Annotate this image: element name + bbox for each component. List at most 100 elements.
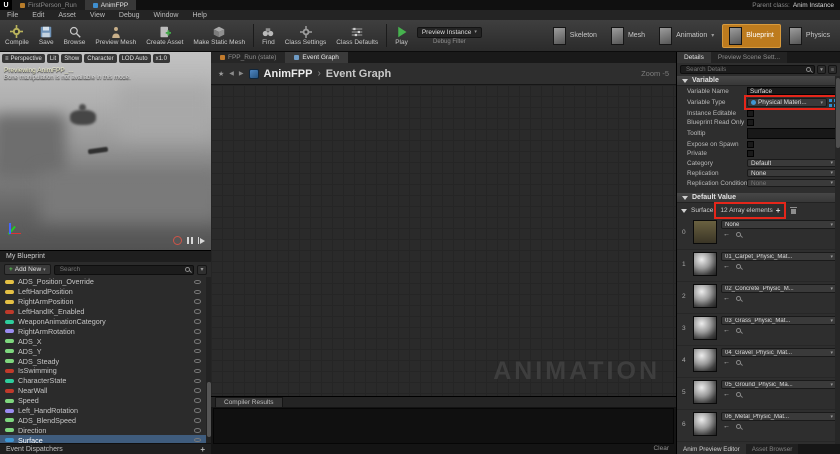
eye-icon[interactable] [194,280,201,285]
tab-event-graph[interactable]: Event Graph [285,52,348,63]
eye-icon[interactable] [194,408,201,413]
eye-icon[interactable] [194,398,201,403]
material-thumbnail[interactable] [693,412,717,436]
blueprint-search-input[interactable] [58,265,185,274]
variable-name-input[interactable] [747,87,837,95]
lit-button[interactable]: Lit [47,54,59,63]
compile-button[interactable]: Compile [0,20,34,51]
browse-button[interactable]: Browse [59,20,91,51]
use-selected-icon[interactable]: ← [723,295,730,302]
material-dropdown[interactable]: 05_Ground_Physic_Ma...▾ [721,380,837,389]
variable-row[interactable]: ADS_Y [0,346,211,356]
clear-button[interactable]: Clear [653,445,669,452]
eye-icon[interactable] [194,299,201,304]
browse-to-asset-icon[interactable] [736,392,741,397]
menu-view[interactable]: View [83,10,112,20]
make-static-mesh-button[interactable]: Make Static Mesh [188,20,250,51]
mode-blueprint-button[interactable]: Blueprint [722,24,781,48]
variable-row[interactable]: ADS_X [0,336,211,346]
scrollbar-thumb[interactable] [836,78,840,148]
filter-icon[interactable]: ▾ [197,265,207,275]
replication-dropdown[interactable]: None▾ [747,169,837,178]
tab-preview-scene-settings[interactable]: Preview Scene Sett... [711,52,787,63]
preview-mesh-button[interactable]: Preview Mesh [90,20,141,51]
variable-row[interactable]: RightArmPosition [0,297,211,307]
variable-row[interactable]: LeftHandIK_Enabled [0,307,211,317]
category-dropdown[interactable]: Default▾ [747,159,837,168]
back-icon[interactable]: ◀ [229,70,234,77]
display-filter-icon[interactable]: ▾ [817,65,826,74]
menu-file[interactable]: File [0,10,25,20]
variable-row[interactable]: Direction [0,425,211,435]
blueprint-search-box[interactable] [54,265,194,275]
tab-fpp-run-state[interactable]: FPP_Run (state) [211,52,285,63]
material-dropdown[interactable]: 02_Concrete_Physic_M...▾ [721,284,837,293]
class-defaults-button[interactable]: Class Defaults [331,20,383,51]
browse-to-asset-icon[interactable] [736,232,741,237]
use-selected-icon[interactable]: ← [723,327,730,334]
material-thumbnail[interactable] [693,220,717,244]
tooltip-input[interactable] [747,128,837,139]
menu-window[interactable]: Window [147,10,186,20]
variable-row-selected[interactable]: Surface [0,435,211,443]
tab-details[interactable]: Details [677,52,711,63]
menu-help[interactable]: Help [185,10,213,20]
compiler-results-tab[interactable]: Compiler Results [215,397,283,407]
mode-skeleton-button[interactable]: Skeleton [547,25,603,47]
tab-asset-browser[interactable]: Asset Browser [746,444,799,454]
eye-icon[interactable] [194,359,201,364]
tab-anim-preview-editor[interactable]: Anim Preview Editor [677,444,746,454]
blueprint-read-only-checkbox[interactable] [747,119,754,126]
eye-icon[interactable] [194,418,201,423]
material-dropdown[interactable]: 04_Gravel_Physic_Mat...▾ [721,348,837,357]
material-dropdown[interactable]: 01_Carpet_Physic_Mat...▾ [721,252,837,261]
preview-viewport[interactable]: ≡ Perspective Lit Show Character LOD Aut… [0,52,211,250]
use-selected-icon[interactable]: ← [723,231,730,238]
variable-row[interactable]: Left_HandRotation [0,406,211,416]
scrollbar[interactable] [835,76,840,444]
default-value-section-header[interactable]: Default Value [677,193,840,203]
browse-to-asset-icon[interactable] [736,328,741,333]
lod-auto-button[interactable]: LOD Auto [119,54,151,63]
eye-icon[interactable] [194,309,201,314]
step-forward-icon[interactable] [198,237,206,244]
plus-icon[interactable]: + [200,445,205,454]
browse-to-asset-icon[interactable] [736,296,741,301]
eye-icon[interactable] [194,349,201,354]
expose-on-spawn-checkbox[interactable] [747,141,754,148]
add-element-icon[interactable]: + [776,206,781,215]
view-options-icon[interactable]: ≡ [828,65,837,74]
use-selected-icon[interactable]: ← [723,359,730,366]
eye-icon[interactable] [194,388,201,393]
variable-row[interactable]: LeftHandPosition [0,287,211,297]
play-button[interactable]: Play [390,20,413,51]
bookmark-icon[interactable]: ★ [218,70,224,78]
material-thumbnail[interactable] [693,252,717,276]
menu-debug[interactable]: Debug [112,10,147,20]
variable-row[interactable]: ADS_Steady [0,356,211,366]
material-thumbnail[interactable] [693,316,717,340]
eye-icon[interactable] [194,379,201,384]
variable-section-header[interactable]: Variable [677,76,840,86]
use-selected-icon[interactable]: ← [723,263,730,270]
variable-type-dropdown[interactable]: Physical Materi... ▾ [747,98,827,107]
perspective-button[interactable]: ≡ Perspective [2,54,45,63]
record-icon[interactable] [173,236,182,245]
eye-icon[interactable] [194,339,201,344]
variable-row[interactable]: CharacterState [0,376,211,386]
eye-icon[interactable] [194,369,201,374]
preview-instance-dropdown[interactable]: Preview Instance ▾ [417,27,482,38]
variable-row[interactable]: Speed [0,396,211,406]
replication-condition-dropdown[interactable]: None▾ [747,179,837,188]
add-new-button[interactable]: + Add New ▾ [4,264,51,275]
browse-to-asset-icon[interactable] [736,360,741,365]
breadcrumb-current[interactable]: Event Graph [326,68,391,80]
eye-icon[interactable] [194,319,201,324]
find-button[interactable]: Find [257,20,280,51]
mode-physics-button[interactable]: Physics [783,25,836,47]
clear-array-icon[interactable] [790,207,797,215]
breadcrumb-root[interactable]: AnimFPP [264,68,313,80]
class-settings-button[interactable]: Class Settings [280,20,332,51]
graph-canvas[interactable]: ANIMATION [211,85,676,396]
browse-to-asset-icon[interactable] [736,264,741,269]
